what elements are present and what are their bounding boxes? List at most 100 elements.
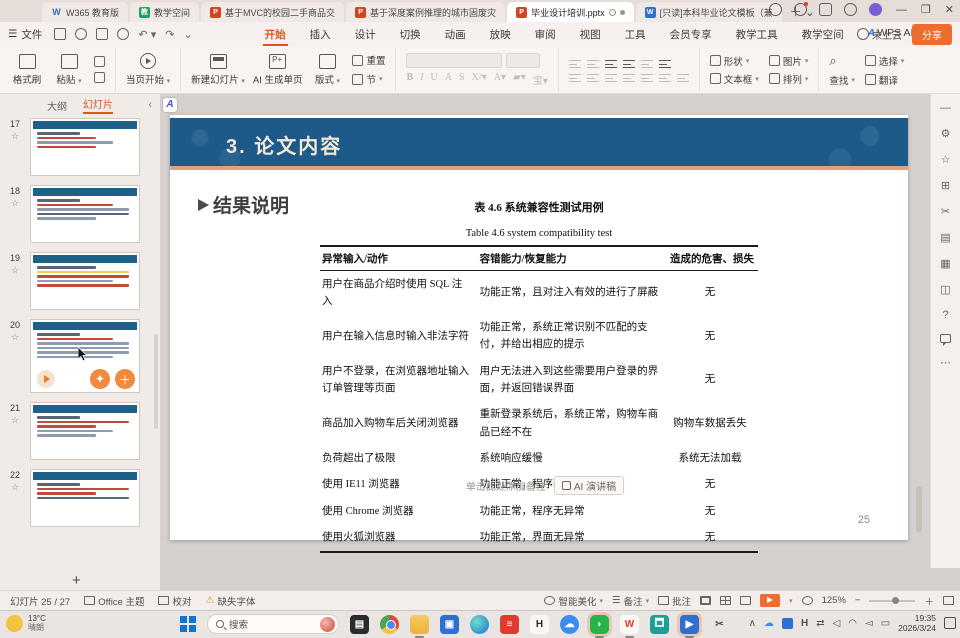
theme-button[interactable]: Office 主题 (84, 594, 144, 608)
tab-insert[interactable]: 插入 (298, 23, 343, 46)
tray-battery-icon[interactable]: ▭ (881, 618, 890, 629)
slide-thumbnail-21[interactable]: 21☆ (0, 402, 152, 460)
tab-slideshow[interactable]: 放映 (478, 23, 523, 46)
file-menu[interactable]: ☰ 文件 (8, 27, 42, 42)
superscript-button[interactable]: X²▾ (472, 72, 487, 87)
strikethrough-button[interactable]: S (459, 72, 465, 87)
zoom-in-button[interactable]: ＋ (924, 594, 934, 608)
app-notebook[interactable]: ▤ (350, 615, 369, 634)
tab-teach-space[interactable]: 教学空间 (790, 23, 856, 46)
tab-sync-icon[interactable] (609, 9, 616, 16)
save-icon[interactable] (54, 28, 66, 40)
justify-button[interactable] (623, 72, 635, 82)
tab-tools[interactable]: 工具 (613, 23, 658, 46)
fit-slide-button[interactable] (802, 596, 813, 605)
smart-beautify-button[interactable]: 智能美化 ▾ (544, 594, 603, 608)
cloud-status[interactable]: 未上云 (857, 27, 902, 42)
sorter-view-button[interactable] (720, 596, 731, 605)
shapes-button[interactable]: 形状 ▾ (710, 54, 759, 68)
distribute-button[interactable] (641, 72, 653, 82)
outdent-button[interactable] (605, 58, 617, 68)
close-button[interactable]: ✕ (945, 3, 954, 16)
collapse-panel-icon[interactable]: ‹ (148, 99, 152, 111)
slides-tab[interactable]: 幻灯片 (83, 96, 113, 114)
app-chrome[interactable] (380, 615, 399, 634)
tray-volume-icon[interactable]: ◅ (865, 618, 873, 629)
collapse-rail-icon[interactable]: — (940, 102, 951, 114)
tab-view[interactable]: 视图 (568, 23, 613, 46)
app-wps[interactable]: W (620, 615, 639, 634)
find-magnifier-icon[interactable]: ⌕ (829, 53, 855, 69)
panel-cutout-icon[interactable]: ✂ (941, 205, 950, 218)
panel-star-icon[interactable]: ☆ (941, 153, 951, 166)
chevron-down-icon[interactable]: ⌄ (183, 28, 192, 41)
doc-tab-deep-case[interactable]: P 基于深度案例推理的城市固废灾 (346, 2, 505, 22)
zoom-out-button[interactable]: − (855, 595, 861, 606)
app-file-explorer[interactable] (410, 615, 429, 634)
textbox-button[interactable]: 文本框 ▾ (710, 72, 759, 86)
font-color-button[interactable]: A▾ (494, 72, 506, 87)
format-painter-button[interactable]: 格式刷 (10, 54, 44, 86)
font-up-button[interactable]: A (445, 72, 452, 87)
settings-target-icon[interactable] (844, 3, 857, 16)
highlight-button[interactable]: ▰▾ (513, 72, 526, 87)
panel-more-icon[interactable]: ⋯ (940, 356, 951, 369)
doc-tab-active[interactable]: P 毕业设计培训.pptx (507, 2, 634, 22)
reading-view-button[interactable] (740, 596, 751, 605)
app-ms-store[interactable]: ▣ (440, 615, 459, 634)
cut-icon[interactable] (94, 56, 105, 67)
tab-animation[interactable]: 动画 (433, 23, 478, 46)
tray-cloud-icon[interactable]: ☁ (764, 618, 774, 629)
ai-speech-button[interactable]: AI 演讲稿 (554, 476, 624, 495)
bold-button[interactable]: B (406, 72, 413, 87)
slide-thumbnail-18[interactable]: 18☆ (0, 185, 152, 243)
tab-teach-tools[interactable]: 教学工具 (724, 23, 790, 46)
slide-thumbnail-17[interactable]: 17☆ (0, 118, 152, 176)
underline-button[interactable]: U (431, 72, 438, 87)
weather-widget[interactable]: 13°C晴朗 (6, 614, 46, 632)
start-button[interactable] (180, 616, 196, 632)
comments-button[interactable]: 批注 (658, 594, 691, 608)
zoom-slider[interactable] (869, 600, 915, 602)
play-options-icon[interactable]: ▾ (789, 597, 793, 605)
taskbar-search[interactable]: 搜索 (207, 614, 339, 634)
add-slide-button[interactable]: + (72, 572, 81, 589)
find-button[interactable]: 查找 ▾ (829, 73, 855, 87)
app-rain-classroom[interactable]: 🗖 (650, 615, 669, 634)
feedback-smiley-icon[interactable] (769, 3, 782, 16)
browser-tab-w365[interactable]: W W365 教育版 (42, 2, 128, 22)
panel-comment-icon[interactable] (940, 334, 951, 343)
panel-help-icon[interactable]: ? (942, 309, 948, 321)
indent-button[interactable] (623, 58, 635, 68)
workspace-icon[interactable] (819, 3, 832, 16)
picture-button[interactable]: 图片 ▾ (769, 54, 809, 68)
layout-button[interactable]: 版式 ▾ (310, 54, 344, 86)
paste-button[interactable]: 粘贴 ▾ (52, 54, 86, 86)
font-size-select[interactable] (506, 53, 540, 68)
undo-icon[interactable]: ↶ ▾ (138, 28, 156, 41)
proofing-button[interactable]: 校对 (158, 594, 191, 608)
bullets-button[interactable] (569, 58, 581, 68)
app-cloud-drive[interactable]: ☁ (560, 615, 579, 634)
slide-thumbnail-22[interactable]: 22☆ (0, 469, 152, 527)
sidebar-scrollbar[interactable] (154, 334, 158, 429)
thumbnail-play-button[interactable] (37, 370, 55, 388)
output-icon[interactable] (75, 28, 87, 40)
numbering-button[interactable] (587, 58, 599, 68)
select-button[interactable]: 选择 ▾ (865, 53, 905, 69)
align-right-button[interactable] (605, 72, 617, 82)
reset-button[interactable]: 重置 (352, 53, 385, 67)
line-spacing-button[interactable] (641, 58, 653, 68)
ai-generate-page-button[interactable]: AI 生成单页 (253, 54, 303, 86)
panel-layers-icon[interactable]: ⊞ (941, 179, 950, 192)
panel-material-icon[interactable]: ▦ (940, 257, 950, 270)
tray-wifi-icon[interactable]: ◠ (848, 618, 857, 629)
doc-tab-thesis-template[interactable]: W [只读]本科毕业论文模板（兼 (636, 2, 782, 22)
normal-view-button[interactable] (700, 596, 711, 605)
slide-thumbnail-20[interactable]: 20☆ ✦ ＋ (0, 319, 152, 393)
tab-review[interactable]: 审阅 (523, 23, 568, 46)
slide-thumbnail-19[interactable]: 19☆ (0, 252, 152, 310)
tab-close-icon[interactable] (620, 10, 625, 15)
app-edge[interactable] (470, 615, 489, 634)
arrange-button[interactable]: 排列 ▾ (769, 72, 809, 86)
